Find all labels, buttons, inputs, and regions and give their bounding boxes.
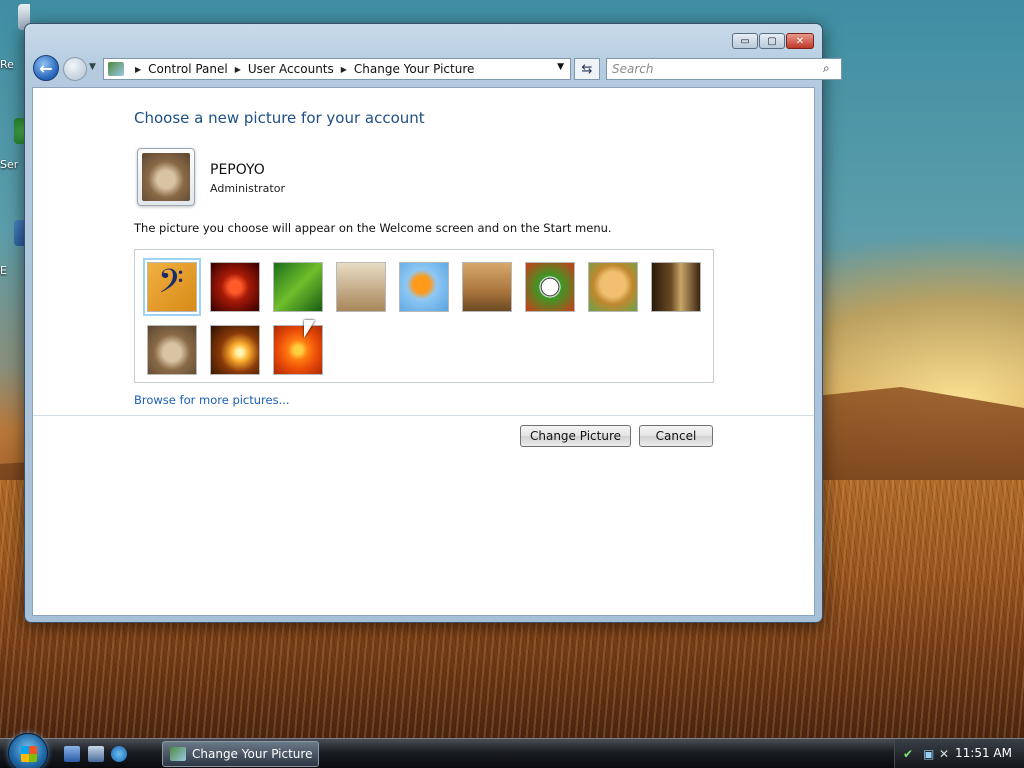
picture-robot[interactable] (336, 262, 386, 312)
kitten-picture (142, 153, 190, 201)
change-picture-window: ▭ ▢ ✕ ← ▼ ▶ Control Panel ▶ User Account… (24, 23, 842, 623)
current-user-picture (137, 148, 195, 206)
breadcrumb-change-your-picture[interactable]: Change Your Picture (354, 62, 474, 76)
control-panel-icon (170, 747, 186, 761)
arrow-left-icon: ← (39, 58, 53, 78)
user-role: Administrator (210, 182, 285, 195)
picture-starfish[interactable] (210, 262, 260, 312)
security-check-icon[interactable]: ✔ (903, 747, 917, 761)
content-pane: Choose a new picture for your account PE… (32, 87, 815, 616)
picture-description: The picture you choose will appear on th… (134, 221, 612, 235)
chevron-right-icon[interactable]: ▶ (341, 65, 347, 74)
picture-music[interactable] (143, 258, 201, 316)
switch-windows-icon[interactable] (88, 746, 104, 762)
navigation-bar: ← ▼ ▶ Control Panel ▶ User Accounts ▶ Ch… (31, 54, 842, 82)
picture-chess[interactable] (651, 262, 701, 312)
address-dropdown-icon[interactable]: ▼ (557, 62, 564, 72)
page-title: Choose a new picture for your account (134, 109, 425, 127)
show-desktop-icon[interactable] (64, 746, 80, 762)
taskbar-window-button[interactable]: Change Your Picture (162, 741, 319, 767)
divider (33, 415, 814, 416)
picture-sparkles[interactable] (210, 325, 260, 375)
search-icon[interactable]: ⌕ (823, 61, 830, 76)
start-button[interactable] (8, 733, 48, 768)
change-picture-button[interactable]: Change Picture (520, 425, 631, 447)
restore-button[interactable]: ▢ (759, 33, 785, 49)
mouse-cursor-icon (304, 320, 315, 338)
volume-muted-icon[interactable]: ✕ (939, 747, 953, 761)
breadcrumb-user-accounts[interactable]: User Accounts (248, 62, 334, 76)
picture-flower[interactable] (273, 325, 323, 375)
address-bar[interactable]: ▶ Control Panel ▶ User Accounts ▶ Change… (103, 58, 571, 80)
refresh-icon: ⇆ (581, 61, 593, 77)
picture-soccer[interactable] (525, 262, 575, 312)
control-panel-icon (108, 62, 124, 76)
system-tray: ✔ ▣ ✕ 11:51 AM (894, 739, 1024, 768)
network-icon[interactable]: ▣ (923, 747, 937, 761)
taskbar: Change Your Picture ✔ ▣ ✕ 11:51 AM (0, 733, 1024, 768)
search-input[interactable] (606, 58, 842, 80)
refresh-button[interactable]: ⇆ (574, 58, 600, 80)
minimize-button[interactable]: ▭ (732, 33, 758, 49)
chevron-down-icon: ▼ (89, 62, 96, 72)
picture-bonsai[interactable] (462, 262, 512, 312)
clock[interactable]: 11:51 AM (955, 746, 1012, 760)
recent-pages-dropdown[interactable]: ▼ (89, 62, 96, 72)
chevron-right-icon[interactable]: ▶ (235, 65, 241, 74)
forward-button[interactable] (63, 57, 87, 81)
taskbar-window-label: Change Your Picture (192, 747, 313, 761)
close-button[interactable]: ✕ (786, 33, 814, 49)
browse-more-pictures-link[interactable]: Browse for more pictures... (134, 393, 290, 407)
picture-grid (134, 249, 714, 383)
picture-dog[interactable] (588, 262, 638, 312)
internet-explorer-icon[interactable] (111, 746, 127, 762)
caption-buttons: ▭ ▢ ✕ (732, 33, 814, 49)
cancel-button[interactable]: Cancel (639, 425, 713, 447)
picture-kitten[interactable] (147, 325, 197, 375)
picture-leaf[interactable] (273, 262, 323, 312)
breadcrumb-control-panel[interactable]: Control Panel (148, 62, 228, 76)
back-button[interactable]: ← (33, 55, 59, 81)
chevron-right-icon[interactable]: ▶ (135, 65, 141, 74)
picture-fish[interactable] (399, 262, 449, 312)
user-name: PEPOYO (210, 162, 265, 178)
